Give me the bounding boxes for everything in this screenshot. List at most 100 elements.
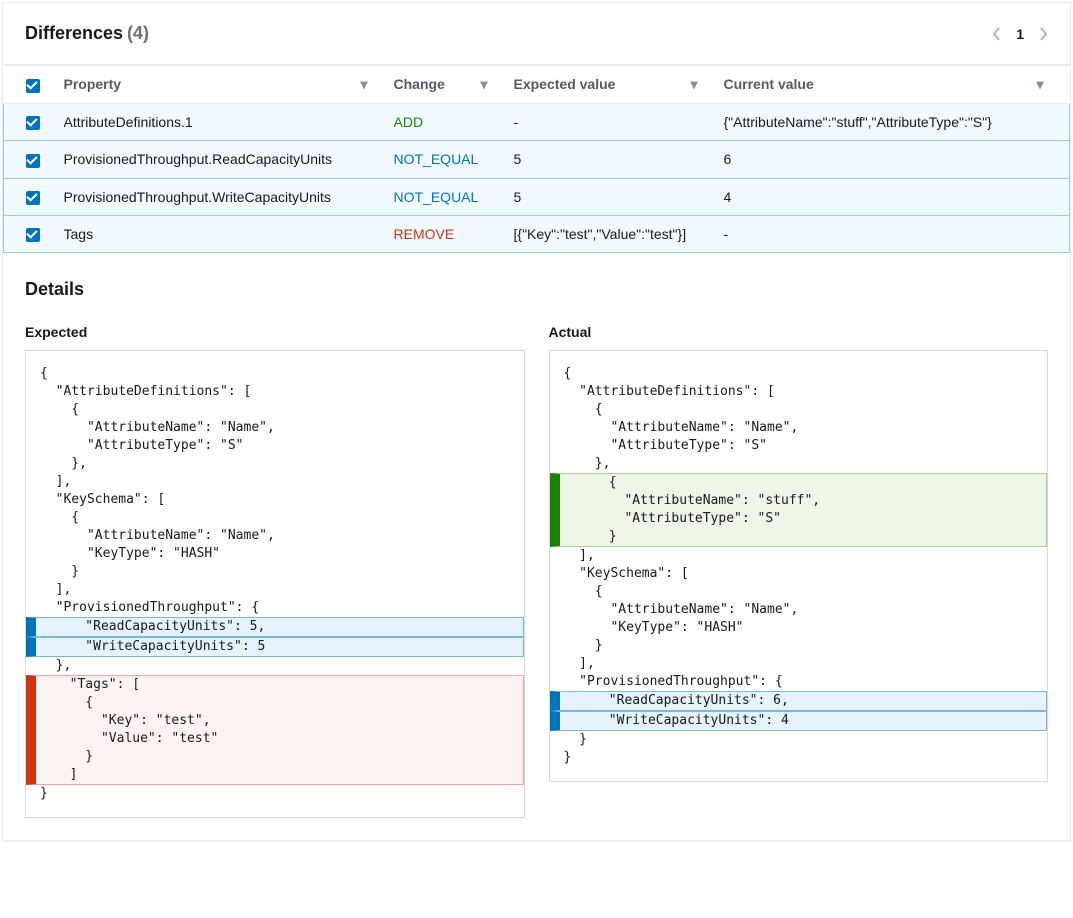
code-line: { [26,401,524,419]
pager-prev-icon[interactable] [992,26,1002,42]
actual-label: Actual [549,324,1049,340]
code-line: "AttributeName": "stuff", [564,492,1047,510]
actual-code[interactable]: { "AttributeDefinitions": [ { "Attribute… [549,350,1049,782]
code-line: "AttributeType": "S" [550,437,1048,455]
cell-expected: [{"Key":"test","Value":"test"}] [514,215,724,252]
col-current-label: Current value [724,76,814,92]
code-line: } [40,748,523,766]
cell-expected: 5 [514,178,724,215]
code-line: } [550,749,1048,767]
cell-current: 6 [724,141,1070,178]
code-line: "ReadCapacityUnits": 6, [564,692,1047,710]
col-current[interactable]: Current value ▾ [724,66,1070,104]
code-line: "AttributeDefinitions": [ [26,383,524,401]
diff-highlight-blue: "WriteCapacityUnits": 5 [26,637,524,657]
cell-property: Tags [64,215,394,252]
diff-highlight-blue: "ReadCapacityUnits": 5, [26,617,524,637]
expected-label: Expected [25,324,525,340]
details-title: Details [25,279,1048,300]
code-line: } [564,528,1047,546]
code-line: } [26,563,524,581]
cell-expected: 5 [514,141,724,178]
diff-highlight-blue: "ReadCapacityUnits": 6, [550,691,1048,711]
cell-property: AttributeDefinitions.1 [64,104,394,141]
cell-expected: - [514,104,724,141]
code-line: { [550,583,1048,601]
code-line: ], [550,547,1048,565]
code-line: "ReadCapacityUnits": 5, [40,618,523,636]
code-line: }, [26,657,524,675]
col-property[interactable]: Property ▾ [64,66,394,104]
code-line: "AttributeName": "Name", [26,527,524,545]
sort-icon: ▾ [480,76,487,93]
col-change[interactable]: Change ▾ [394,66,514,104]
col-change-label: Change [394,76,445,92]
code-line: }, [26,455,524,473]
pager-next-icon[interactable] [1038,26,1048,42]
cell-change: REMOVE [394,215,514,252]
table-row[interactable]: ProvisionedThroughput.WriteCapacityUnits… [4,178,1070,215]
code-line: "AttributeType": "S" [26,437,524,455]
sort-icon: ▾ [690,76,697,93]
code-line: "KeySchema": [ [26,491,524,509]
code-line: } [26,785,524,803]
code-line: ], [26,581,524,599]
cell-property: ProvisionedThroughput.WriteCapacityUnits [64,178,394,215]
code-line: "AttributeName": "Name", [550,419,1048,437]
code-line: { [26,365,524,383]
row-checkbox[interactable] [26,154,40,168]
col-expected[interactable]: Expected value ▾ [514,66,724,104]
differences-count: (4) [127,23,149,43]
code-line: "ProvisionedThroughput": { [550,673,1048,691]
pager-page: 1 [1016,26,1024,42]
col-expected-label: Expected value [514,76,616,92]
row-checkbox[interactable] [26,191,40,205]
cell-change: ADD [394,104,514,141]
code-line: ] [40,766,523,784]
code-line: "KeyType": "HASH" [26,545,524,563]
table-row[interactable]: ProvisionedThroughput.ReadCapacityUnitsN… [4,141,1070,178]
code-line: "WriteCapacityUnits": 4 [564,712,1047,730]
select-all-header[interactable] [4,66,64,104]
code-line: "KeySchema": [ [550,565,1048,583]
code-line: { [26,509,524,527]
code-line: "Value": "test" [40,730,523,748]
differences-table: Property ▾ Change ▾ Expected value ▾ Cur… [3,65,1070,253]
sort-icon: ▾ [1036,76,1043,93]
row-checkbox[interactable] [26,116,40,130]
code-line: { [550,365,1048,383]
panel-title: Differences [25,23,123,43]
diff-highlight-red: "Tags": [ { "Key": "test", "Value": "tes… [26,675,524,785]
select-all-checkbox[interactable] [26,79,40,93]
code-line: ], [550,655,1048,673]
code-line: { [564,474,1047,492]
expected-code[interactable]: { "AttributeDefinitions": [ { "Attribute… [25,350,525,818]
diff-highlight-green: { "AttributeName": "stuff", "AttributeTy… [550,473,1048,547]
code-line: "AttributeType": "S" [564,510,1047,528]
code-line: "Key": "test", [40,712,523,730]
code-line: }, [550,455,1048,473]
sort-icon: ▾ [360,76,367,93]
cell-current: - [724,215,1070,252]
code-line: "Tags": [ [40,676,523,694]
differences-panel: Differences (4) 1 Property ▾ [2,2,1071,841]
code-line: { [40,694,523,712]
code-line: "WriteCapacityUnits": 5 [40,638,523,656]
col-property-label: Property [64,76,122,92]
code-line: "AttributeName": "Name", [26,419,524,437]
code-line: { [550,401,1048,419]
table-row[interactable]: TagsREMOVE[{"Key":"test","Value":"test"}… [4,215,1070,252]
actual-column: Actual { "AttributeDefinitions": [ { "At… [549,324,1049,818]
code-line: } [550,637,1048,655]
panel-header: Differences (4) 1 [3,3,1070,65]
cell-property: ProvisionedThroughput.ReadCapacityUnits [64,141,394,178]
cell-change: NOT_EQUAL [394,178,514,215]
pager: 1 [992,26,1048,42]
table-row[interactable]: AttributeDefinitions.1ADD-{"AttributeNam… [4,104,1070,141]
code-line: "AttributeName": "Name", [550,601,1048,619]
code-line: "KeyType": "HASH" [550,619,1048,637]
code-line: "ProvisionedThroughput": { [26,599,524,617]
row-checkbox[interactable] [26,228,40,242]
cell-current: 4 [724,178,1070,215]
details-section: Details Expected { "AttributeDefinitions… [3,253,1070,840]
